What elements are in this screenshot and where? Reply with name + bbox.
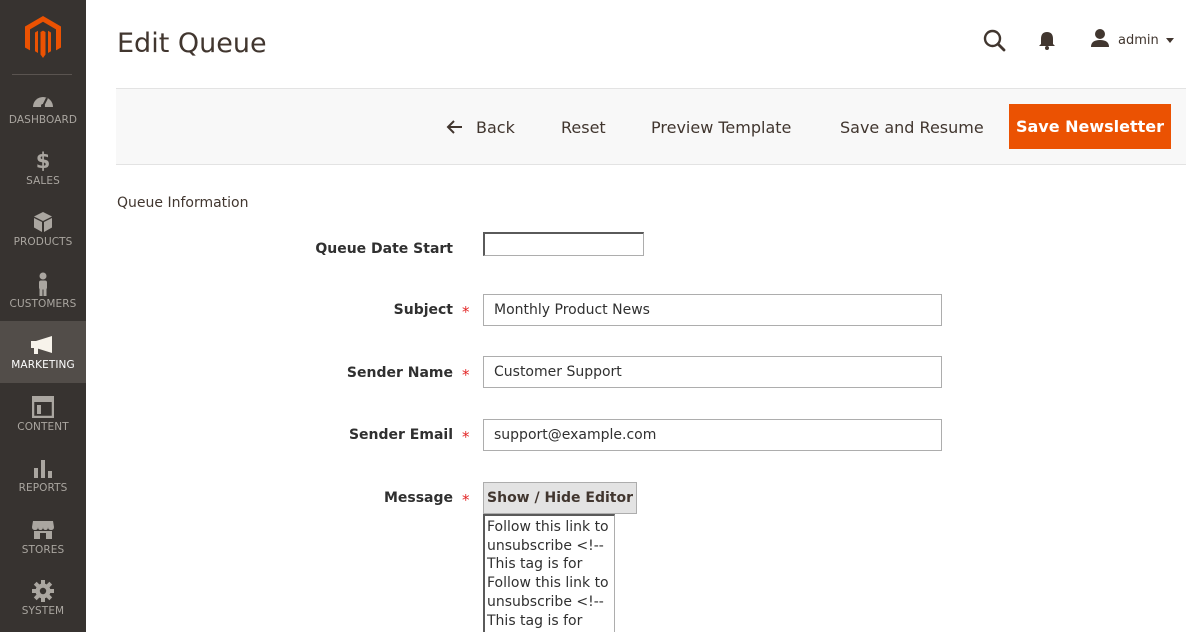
megaphone-icon [30,334,56,356]
sidebar-item-stores[interactable]: STORES [0,506,86,568]
user-account-menu[interactable]: admin [1090,28,1174,52]
sidebar-item-sales[interactable]: $ SALES [0,137,86,199]
admin-sidebar: DASHBOARD $ SALES PRODUCTS CUSTOMERS MAR… [0,0,86,632]
sidebar-item-label: PRODUCTS [13,235,73,248]
sidebar-item-label: DASHBOARD [8,113,78,126]
required-indicator: * [462,366,470,384]
message-label: Message [383,490,453,506]
storefront-icon [31,519,55,541]
required-indicator: * [462,428,470,446]
dollar-icon: $ [35,148,51,173]
reset-button[interactable]: Reset [561,106,606,148]
back-button[interactable]: Back [446,106,515,148]
user-icon [1090,28,1110,52]
sidebar-item-content[interactable]: CONTENT [0,383,86,445]
sidebar-item-system[interactable]: SYSTEM [0,567,86,629]
sidebar-item-label: REPORTS [18,481,68,494]
magento-logo-icon[interactable] [0,0,86,74]
save-newsletter-button[interactable]: Save Newsletter [1009,104,1171,149]
back-label: Back [476,117,515,137]
subject-label: Subject [393,302,453,318]
required-indicator: * [462,303,470,321]
sidebar-item-label: SYSTEM [21,604,65,617]
sidebar-item-label: MARKETING [11,358,75,371]
page-actions-bar: Back Reset Preview Template Save and Res… [116,88,1186,165]
section-title: Queue Information [117,195,249,211]
required-indicator: * [462,491,470,509]
queue-date-input[interactable] [483,232,644,256]
layout-icon [32,395,54,418]
sidebar-divider [12,74,72,75]
sidebar-item-label: SALES [26,174,60,187]
message-textarea[interactable]: Follow this link to unsubscribe <!-- Thi… [483,514,615,632]
gear-icon [32,579,54,602]
notifications-bell-icon[interactable] [1036,29,1058,51]
show-hide-editor-button[interactable]: Show / Hide Editor [483,482,637,514]
sender-name-input[interactable]: Customer Support [483,356,942,388]
user-name: admin [1118,32,1159,48]
queue-date-label: Queue Date Start [315,241,453,257]
sidebar-item-reports[interactable]: REPORTS [0,444,86,506]
page-title: Edit Queue [117,28,267,59]
bar-chart-icon [33,457,53,479]
person-icon [36,272,50,296]
sidebar-item-dashboard[interactable]: DASHBOARD [0,76,86,138]
save-and-resume-button[interactable]: Save and Resume [840,106,984,148]
subject-input[interactable]: Monthly Product News [483,294,942,326]
sidebar-item-customers[interactable]: CUSTOMERS [0,260,86,322]
cube-icon [33,211,53,233]
sidebar-item-label: STORES [21,543,65,556]
search-icon[interactable] [982,28,1008,54]
sender-name-label: Sender Name [346,365,453,381]
sidebar-item-label: CUSTOMERS [9,297,77,310]
sidebar-item-label: CONTENT [17,420,69,433]
sender-email-input[interactable]: support@example.com [483,419,942,451]
sidebar-item-marketing[interactable]: MARKETING [0,321,86,383]
sidebar-item-products[interactable]: PRODUCTS [0,198,86,260]
arrow-left-icon [446,120,464,134]
dashboard-gauge-icon [31,89,55,111]
chevron-down-icon [1165,37,1174,43]
preview-template-button[interactable]: Preview Template [651,106,791,148]
sender-email-label: Sender Email [348,427,453,443]
